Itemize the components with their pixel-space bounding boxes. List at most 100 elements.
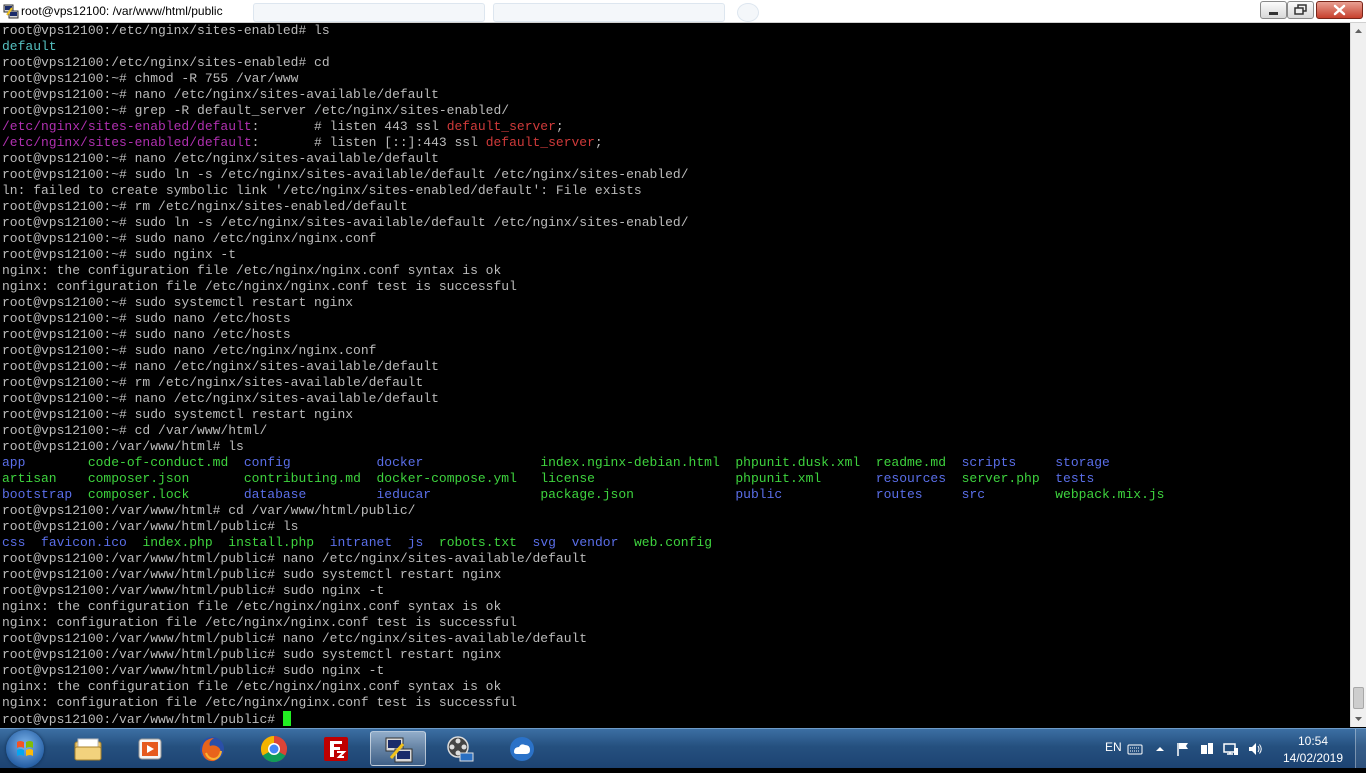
keyboard-icon[interactable] [1127,741,1143,757]
chevron-up-icon[interactable] [1152,741,1168,757]
maximize-button[interactable] [1287,1,1314,19]
terminal-text-segment: /etc/nginx/sites-enabled/default [2,119,252,134]
windows-logo-icon [17,741,33,756]
terminal-text-segment: root@vps12100:~# nano /etc/nginx/sites-a… [2,359,439,374]
terminal-line: nginx: the configuration file /etc/nginx… [2,263,1350,279]
minimize-button[interactable] [1260,1,1287,19]
terminal-line: artisan composer.json contributing.md do… [2,471,1350,487]
terminal-text-segment: code-of-conduct.md [87,455,244,470]
terminal-text-segment: root@vps12100:~# sudo ln -s /etc/nginx/s… [2,215,689,230]
terminal-text-segment: root@vps12100:~# rm /etc/nginx/sites-ava… [2,375,424,390]
terminal-line: root@vps12100:/var/www/html/public# ls [2,519,1350,535]
terminal-text-segment: root@vps12100:/var/www/html/public# nano… [2,551,588,566]
terminal-text-segment: nginx: configuration file /etc/nginx/ngi… [2,279,517,294]
clock-time[interactable]: 10:54 [1296,734,1330,748]
terminal-text-segment: root@vps12100:/var/www/html/public# nano… [2,631,588,646]
taskbar-media-player[interactable] [122,731,178,766]
terminal-text-segment: default [2,39,57,54]
terminal-text-segment: vendor [571,535,634,550]
clock-date[interactable]: 14/02/2019 [1280,751,1346,765]
terminal-text-segment: css [2,535,42,550]
terminal-text-segment: root@vps12100:/var/www/html# cd /var/www… [2,503,416,518]
terminal-line: root@vps12100:/etc/nginx/sites-enabled# … [2,23,1350,39]
volume-icon[interactable] [1247,741,1263,757]
terminal-text-segment: /etc/nginx/sites-enabled/default [2,135,252,150]
terminal-text-segment: root@vps12100:~# nano /etc/nginx/sites-a… [2,151,439,166]
terminal-text-segment: storage [1055,455,1110,470]
taskbar: EN 10:54 14/02/2019 [0,728,1366,768]
terminal-text-segment: webpack.mix.js [1055,487,1165,502]
scroll-thumb[interactable] [1353,687,1364,709]
device-icon[interactable] [1199,741,1215,757]
terminal-text-segment: ; [594,135,603,150]
terminal-line: /etc/nginx/sites-enabled/default: # list… [2,119,1350,135]
cloud-network-icon [510,737,534,761]
terminal-text-segment: artisan [2,471,88,486]
terminal-text-segment: nginx: the configuration file /etc/nginx… [2,599,502,614]
terminal-text-segment: root@vps12100:~# sudo systemctl restart … [2,407,354,422]
taskbar-cloud-network[interactable] [494,731,550,766]
firefox-icon [200,737,224,762]
background-tab-ghost [493,3,725,22]
terminal-text-segment: web.config [633,535,712,550]
terminal-line: root@vps12100:/var/www/html/public# nano… [2,631,1350,647]
terminal-text-segment: tests [1055,471,1095,486]
terminal-text-segment: root@vps12100:/var/www/html/public# [2,712,283,727]
terminal-line: nginx: configuration file /etc/nginx/ngi… [2,279,1350,295]
window-title-bar[interactable]: root@vps12100: /var/www/html/public [0,0,1366,23]
terminal-line: root@vps12100:~# sudo nano /etc/nginx/ng… [2,343,1350,359]
terminal-text-segment: root@vps12100:~# sudo nano /etc/hosts [2,327,291,342]
terminal-text-segment: root@vps12100:/var/www/html/public# sudo… [2,567,502,582]
terminal-text-segment: install.php [228,535,330,550]
terminal-line: root@vps12100:~# chmod -R 755 /var/www [2,71,1350,87]
taskbar-firefox[interactable] [184,731,240,766]
taskbar-film-reel[interactable] [432,731,488,766]
terminal-text-segment: ieducar [376,487,541,502]
taskbar-file-explorer[interactable] [60,731,116,766]
terminal-text-segment: root@vps12100:~# chmod -R 755 /var/www [2,71,299,86]
terminal-text-segment: src [961,487,1056,502]
taskbar-chrome[interactable] [246,731,302,766]
terminal-text-segment: root@vps12100:~# sudo nano /etc/hosts [2,311,291,326]
terminal-output[interactable]: root@vps12100:/etc/nginx/sites-enabled# … [0,23,1350,727]
scroll-down-icon[interactable] [1351,711,1366,727]
terminal-line: root@vps12100:/var/www/html/public# nano… [2,551,1350,567]
terminal-text-segment: public [735,487,876,502]
show-desktop-button[interactable] [1355,729,1366,768]
terminal-text-segment: root@vps12100:/etc/nginx/sites-enabled# … [2,55,330,70]
terminal-text-segment: js [407,535,439,550]
terminal-line: root@vps12100:~# cd /var/www/html/ [2,423,1350,439]
close-button[interactable] [1316,1,1363,19]
terminal-line: root@vps12100:~# sudo nano /etc/hosts [2,311,1350,327]
taskbar-filezilla[interactable] [308,731,364,766]
taskbar-putty[interactable] [370,731,426,766]
file-explorer-icon [74,738,102,761]
terminal-line: root@vps12100:/etc/nginx/sites-enabled# … [2,55,1350,71]
terminal-line: ln: failed to create symbolic link '/etc… [2,183,1350,199]
terminal-text-segment: license [540,471,736,486]
terminal-line: root@vps12100:/var/www/html# cd /var/www… [2,503,1350,519]
start-button[interactable] [6,730,44,768]
terminal-text-segment: composer.lock [87,487,244,502]
terminal-text-segment: database [243,487,377,502]
terminal-text-segment: root@vps12100:~# rm /etc/nginx/sites-ena… [2,199,408,214]
terminal-scrollbar[interactable] [1350,23,1366,727]
terminal-line: root@vps12100:~# nano /etc/nginx/sites-a… [2,359,1350,375]
terminal-text-segment: favicon.ico [41,535,143,550]
terminal-text-segment: default_server [446,119,556,134]
terminal-line: nginx: configuration file /etc/nginx/ngi… [2,615,1350,631]
flag-icon[interactable] [1175,741,1191,757]
terminal-line: nginx: the configuration file /etc/nginx… [2,599,1350,615]
scroll-up-icon[interactable] [1351,23,1366,39]
terminal-text-segment: : # listen 443 ssl [251,119,447,134]
terminal-line: root@vps12100:~# sudo nano /etc/nginx/ng… [2,231,1350,247]
terminal-text-segment: svg [532,535,572,550]
terminal-line: root@vps12100:/var/www/html/public# sudo… [2,663,1350,679]
network-icon[interactable] [1223,741,1239,757]
terminal-text-segment: routes [875,487,962,502]
background-tab-ghost [253,3,485,22]
input-language[interactable]: EN [1105,740,1122,754]
terminal-text-segment: root@vps12100:/var/www/html/public# sudo… [2,663,385,678]
terminal-line: root@vps12100:~# sudo systemctl restart … [2,295,1350,311]
terminal-text-segment: phpunit.dusk.xml [735,455,876,470]
